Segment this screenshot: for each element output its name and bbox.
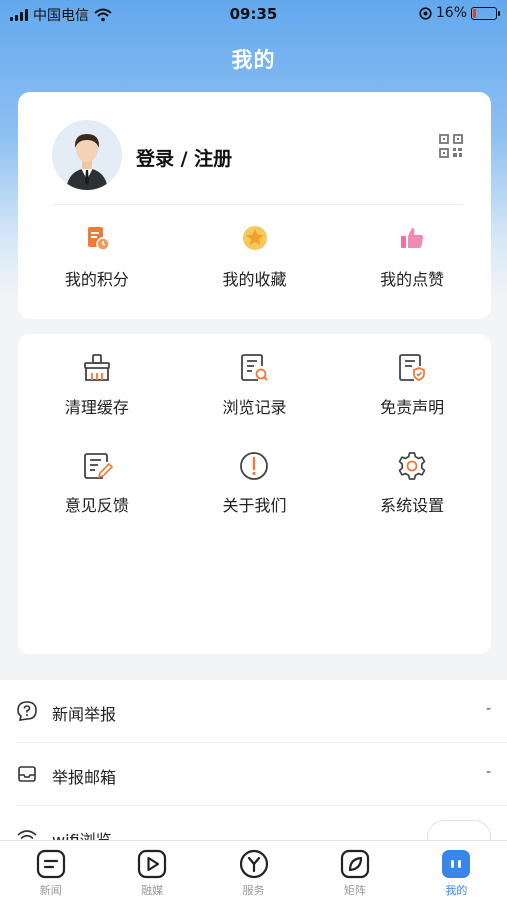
tab-news[interactable]: 新闻: [0, 841, 101, 900]
tab-matrix-label: 矩阵: [343, 884, 366, 897]
settings-icon: [398, 452, 426, 480]
news-tab-icon: [36, 849, 65, 879]
about-us-label: 关于我们: [222, 496, 287, 515]
likes-button[interactable]: 我的点赞: [333, 224, 491, 290]
settings-list: 新闻举报 - 举报邮箱 - wifi浏览: [0, 680, 507, 840]
wifi-icon: [17, 830, 37, 840]
bottom-tab-bar: 新闻 融媒 服务 矩阵 我的: [0, 840, 507, 900]
login-register-link[interactable]: 登录 / 注册: [136, 144, 232, 171]
mine-tab-icon: [442, 850, 471, 878]
mailbox-icon: [18, 766, 36, 782]
wifi-browse-row: wifi浏览: [16, 806, 507, 840]
tab-mine-label: 我的: [445, 884, 468, 897]
news-report-row[interactable]: 新闻举报 -: [16, 680, 507, 743]
profile-divider: [52, 204, 463, 205]
battery-fill: [473, 8, 476, 18]
report-mailbox-row[interactable]: 举报邮箱 -: [16, 743, 507, 806]
clear-cache-label: 清理缓存: [64, 398, 129, 417]
points-icon: [87, 227, 110, 251]
history-button[interactable]: 浏览记录: [176, 352, 334, 418]
news-report-value: -: [485, 701, 491, 717]
orientation-lock-icon: [419, 6, 432, 20]
points-button[interactable]: 我的积分: [18, 224, 176, 290]
favorites-label: 我的收藏: [222, 270, 287, 289]
user-avatar-icon[interactable]: [52, 120, 122, 190]
disclaimer-button[interactable]: 免责声明: [333, 352, 491, 418]
tab-media-label: 融媒: [141, 884, 164, 897]
matrix-tab-icon: [340, 849, 370, 879]
report-icon: [17, 701, 37, 721]
about-us-button[interactable]: 关于我们: [176, 450, 334, 516]
status-right: 16%: [419, 5, 500, 21]
qr-code-icon[interactable]: [439, 134, 463, 158]
report-mailbox-label: 举报邮箱: [52, 768, 117, 787]
profile-card: 登录 / 注册 我的积分 我的收藏 我的点赞: [18, 92, 491, 319]
feedback-icon: [83, 453, 113, 479]
tab-service[interactable]: 服务: [203, 841, 304, 900]
favorites-button[interactable]: 我的收藏: [176, 224, 334, 290]
wifi-browse-label: wifi浏览: [52, 827, 112, 840]
star-icon: [242, 226, 267, 250]
tab-service-label: 服务: [242, 884, 265, 897]
broom-icon: [83, 354, 110, 381]
stat-row: 我的积分 我的收藏 我的点赞: [18, 224, 491, 290]
history-icon: [241, 354, 269, 381]
feedback-button[interactable]: 意见反馈: [18, 450, 176, 516]
battery-icon: [471, 6, 500, 20]
history-label: 浏览记录: [222, 398, 287, 417]
system-settings-button[interactable]: 系统设置: [333, 450, 491, 516]
system-settings-label: 系统设置: [380, 496, 445, 515]
wifi-browse-toggle[interactable]: [427, 820, 491, 840]
page-title: 我的: [231, 48, 276, 72]
status-bar: 中国电信 09:35 16%: [0, 0, 507, 30]
tab-media[interactable]: 融媒: [101, 841, 202, 900]
points-label: 我的积分: [64, 270, 129, 289]
report-mailbox-value: -: [485, 764, 491, 780]
tab-news-label: 新闻: [39, 884, 62, 897]
battery-percent: 16%: [435, 5, 467, 21]
thumb-up-icon: [401, 228, 424, 248]
service-tab-icon: [239, 849, 268, 879]
function-card: 清理缓存 浏览记录 免责声明 意见反馈 关于我们 系统设置: [18, 334, 491, 654]
disclaimer-icon: [399, 354, 426, 381]
tab-matrix[interactable]: 矩阵: [304, 841, 405, 900]
media-tab-icon: [138, 849, 167, 879]
function-grid: 清理缓存 浏览记录 免责声明 意见反馈 关于我们 系统设置: [18, 352, 491, 516]
info-icon: [240, 452, 269, 480]
news-report-label: 新闻举报: [52, 705, 117, 724]
likes-label: 我的点赞: [380, 270, 445, 289]
disclaimer-label: 免责声明: [380, 398, 445, 417]
tab-mine[interactable]: 我的: [406, 841, 507, 900]
feedback-label: 意见反馈: [64, 496, 129, 515]
clear-cache-button[interactable]: 清理缓存: [18, 352, 176, 418]
